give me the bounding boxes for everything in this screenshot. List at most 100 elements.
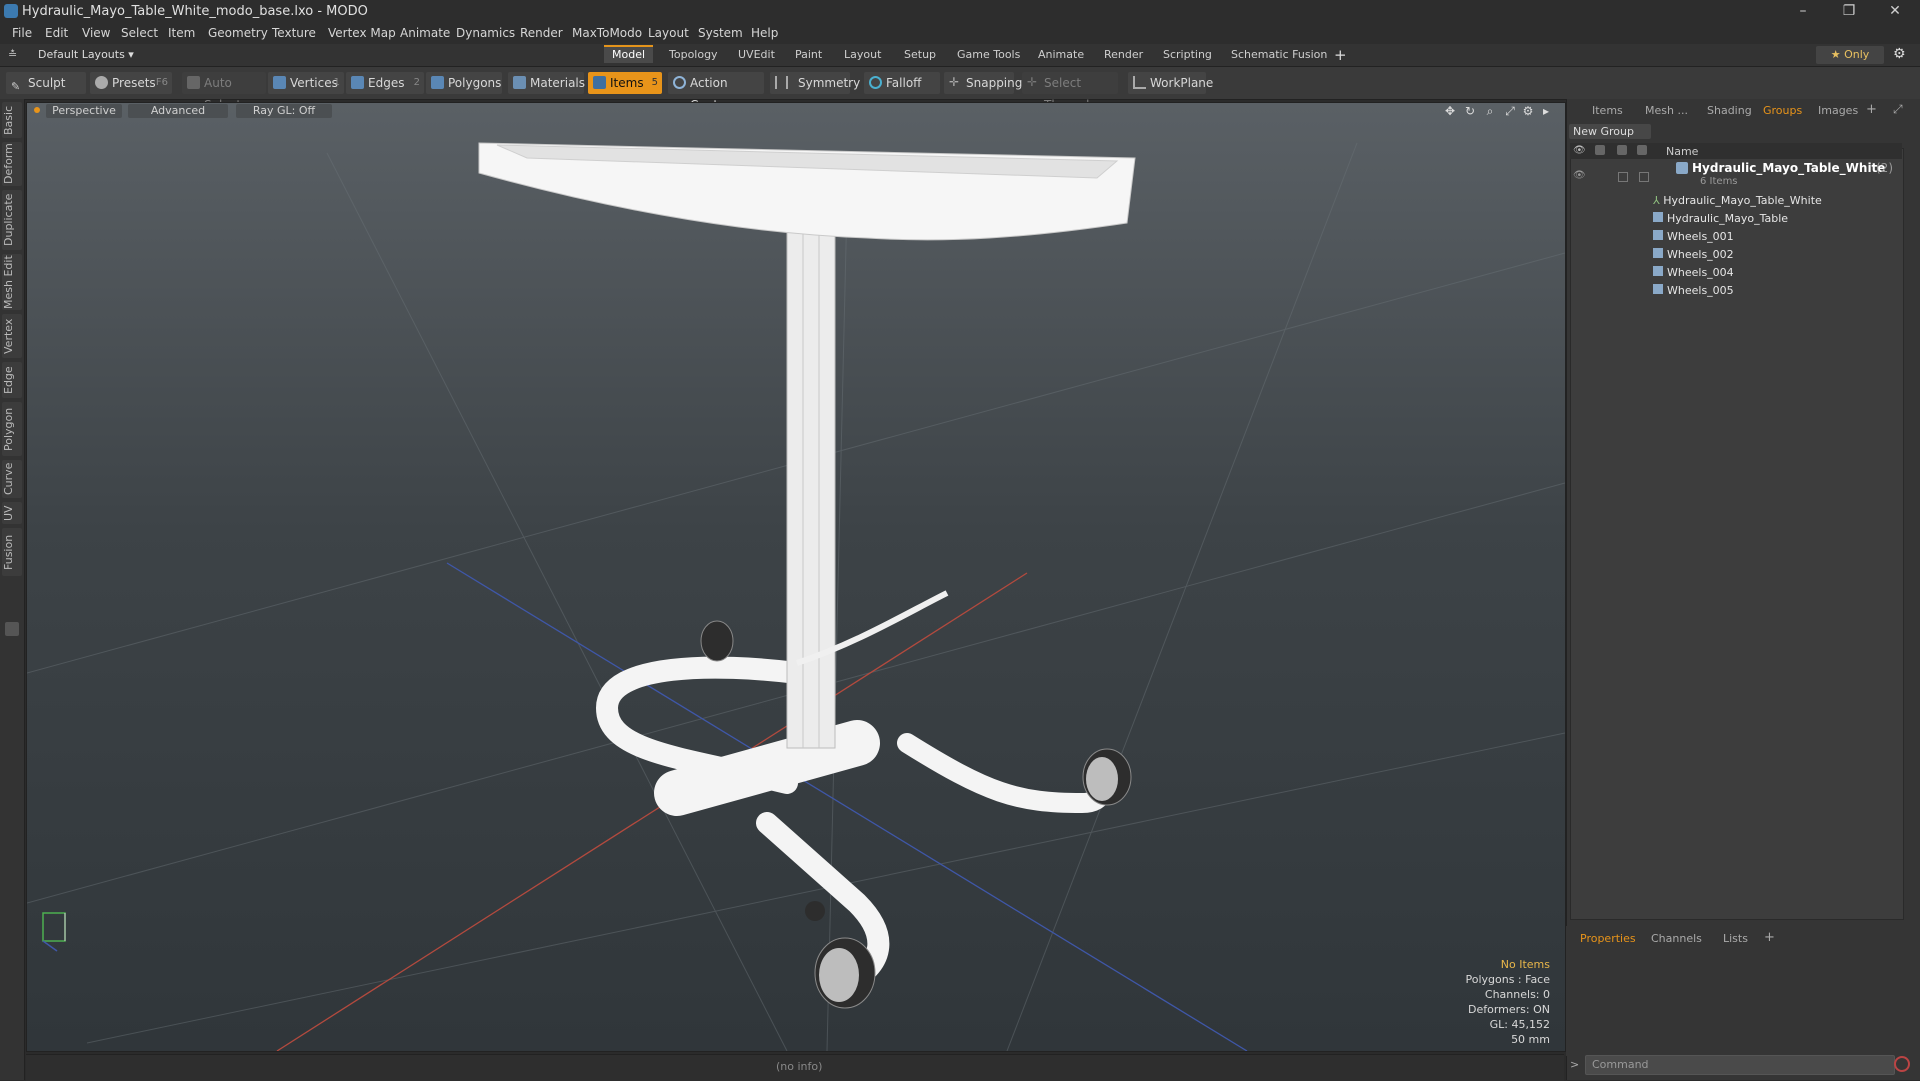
menu-file[interactable]: File	[12, 26, 32, 40]
command-input[interactable]: Command	[1585, 1055, 1895, 1075]
tab-model[interactable]: Model	[604, 45, 654, 63]
menu-view[interactable]: View	[82, 26, 110, 40]
add-tab-icon[interactable]: +	[1334, 46, 1347, 64]
add-panel-tab-icon[interactable]: +	[1866, 102, 1877, 117]
vtab-fusion[interactable]: Fusion	[2, 528, 22, 576]
tab-topology[interactable]: Topology	[661, 47, 726, 63]
select-column-icon[interactable]	[1637, 145, 1647, 155]
vtab-polygon[interactable]: Polygon	[2, 402, 22, 456]
snapping-button[interactable]: ✛ Snapping	[944, 72, 1022, 94]
vtab-mesh-edit[interactable]: Mesh Edit	[2, 254, 22, 310]
view-mode-selector[interactable]: Perspective	[46, 104, 122, 118]
maximize-icon[interactable]: ⤢	[1503, 104, 1517, 118]
edges-button[interactable]: Edges 2	[346, 72, 424, 94]
falloff-button[interactable]: Falloff	[864, 72, 940, 94]
workplane-button[interactable]: WorkPlane	[1128, 72, 1213, 94]
tab-properties[interactable]: Properties	[1580, 932, 1636, 945]
layout-menu-icon[interactable]: ≛	[8, 48, 17, 61]
tab-channels[interactable]: Channels	[1651, 932, 1702, 945]
auto-select-button[interactable]: Auto Select	[182, 72, 266, 112]
new-group-button[interactable]: New Group	[1569, 124, 1651, 139]
panel-expand-icon[interactable]: ⤢	[1893, 102, 1903, 117]
viewport-arrow-icon[interactable]: ▸	[1539, 104, 1553, 118]
items-button[interactable]: Items 5	[588, 72, 662, 94]
vtab-curve[interactable]: Curve	[2, 460, 22, 498]
tab-animate[interactable]: Animate	[1030, 47, 1092, 63]
menu-vertex-map[interactable]: Vertex Map	[328, 26, 396, 40]
tab-schematic-fusion[interactable]: Schematic Fusion	[1223, 47, 1335, 63]
panel-toggle-icon[interactable]	[5, 622, 19, 636]
menu-dynamics[interactable]: Dynamics	[456, 26, 515, 40]
raygl-toggle[interactable]: Ray GL: Off	[236, 104, 332, 118]
polygons-button[interactable]: Polygons	[426, 72, 502, 94]
vtab-uv[interactable]: UV	[2, 502, 22, 524]
vtab-edge[interactable]: Edge	[2, 362, 22, 398]
tab-items[interactable]: Items	[1592, 104, 1623, 118]
3d-viewport[interactable]	[26, 102, 1566, 1052]
materials-button[interactable]: Materials	[508, 72, 585, 94]
tab-uvedit[interactable]: UVEdit	[730, 47, 783, 63]
list-item[interactable]: Wheels_002	[1653, 247, 1901, 263]
tab-groups[interactable]: Groups	[1763, 104, 1802, 118]
menu-item[interactable]: Item	[168, 26, 195, 40]
close-button[interactable]: ✕	[1872, 0, 1918, 24]
tab-lists[interactable]: Lists	[1723, 932, 1748, 945]
record-icon[interactable]	[1894, 1056, 1910, 1072]
render-column-icon[interactable]	[1595, 145, 1605, 155]
select-through-button[interactable]: ✛Select Through	[1022, 72, 1118, 112]
menu-texture[interactable]: Texture	[272, 26, 316, 40]
list-item[interactable]: Wheels_001	[1653, 229, 1901, 245]
tab-scripting[interactable]: Scripting	[1155, 47, 1220, 63]
tab-images[interactable]: Images	[1818, 104, 1858, 118]
tab-mesh[interactable]: Mesh ...	[1645, 104, 1688, 118]
menu-system[interactable]: System	[698, 26, 743, 40]
gear-icon[interactable]: ⚙	[1893, 46, 1906, 62]
group-lock-checkbox[interactable]	[1618, 172, 1628, 182]
lock-column-icon[interactable]	[1617, 145, 1627, 155]
list-item[interactable]: Wheels_005	[1653, 283, 1901, 299]
rotate-icon[interactable]: ↻	[1463, 104, 1477, 118]
group-name[interactable]: Hydraulic_Mayo_Table_White	[1692, 161, 1885, 175]
menu-maxtomodo[interactable]: MaxToModo	[572, 26, 642, 40]
tab-shading[interactable]: Shading	[1707, 104, 1752, 118]
tab-game-tools[interactable]: Game Tools	[949, 47, 1028, 63]
tab-render[interactable]: Render	[1096, 47, 1151, 63]
menu-animate[interactable]: Animate	[400, 26, 450, 40]
sculpt-button[interactable]: ✎ Sculpt	[6, 72, 86, 94]
only-toggle[interactable]: ★ Only	[1816, 46, 1884, 64]
tab-setup[interactable]: Setup	[896, 47, 944, 63]
list-item[interactable]: ⅄ Hydraulic_Mayo_Table_White	[1653, 193, 1901, 209]
layout-selector[interactable]: Default Layouts ▾	[38, 48, 134, 61]
visibility-column-icon[interactable]: 👁	[1573, 145, 1586, 156]
restore-button[interactable]: ❐	[1826, 0, 1872, 24]
vtab-duplicate[interactable]: Duplicate	[2, 190, 22, 250]
mesh-icon	[1653, 212, 1663, 222]
menu-geometry[interactable]: Geometry	[208, 26, 268, 40]
pan-icon[interactable]: ✥	[1443, 104, 1457, 118]
group-select-checkbox[interactable]	[1639, 172, 1649, 182]
shading-selector[interactable]: Advanced	[128, 104, 228, 118]
menu-render[interactable]: Render	[520, 26, 563, 40]
tab-layout[interactable]: Layout	[836, 47, 889, 63]
vtab-basic[interactable]: Basic	[2, 102, 22, 138]
add-bottom-tab-icon[interactable]: +	[1764, 930, 1775, 945]
menu-select[interactable]: Select	[121, 26, 158, 40]
menu-layout[interactable]: Layout	[648, 26, 689, 40]
symmetry-button[interactable]: Symmetry	[770, 72, 860, 94]
vtab-vertex[interactable]: Vertex	[2, 314, 22, 358]
action-center-button[interactable]: Action Center	[668, 72, 764, 112]
group-visibility-icon[interactable]: 👁	[1573, 170, 1586, 181]
list-item[interactable]: Wheels_004	[1653, 265, 1901, 281]
viewport-menu-icon[interactable]	[34, 107, 40, 113]
menu-edit[interactable]: Edit	[45, 26, 68, 40]
list-item[interactable]: Hydraulic_Mayo_Table	[1653, 211, 1901, 227]
vertices-button[interactable]: Vertices 1	[268, 72, 344, 94]
presets-button[interactable]: Presets F6	[90, 72, 172, 94]
minimize-button[interactable]: –	[1780, 0, 1826, 24]
viewport-gear-icon[interactable]: ⚙	[1521, 104, 1535, 118]
menu-help[interactable]: Help	[751, 26, 778, 40]
name-column-header[interactable]: Name	[1666, 145, 1698, 158]
zoom-icon[interactable]: ⌕	[1483, 104, 1497, 118]
tab-paint[interactable]: Paint	[787, 47, 830, 63]
vtab-deform[interactable]: Deform	[2, 142, 22, 186]
